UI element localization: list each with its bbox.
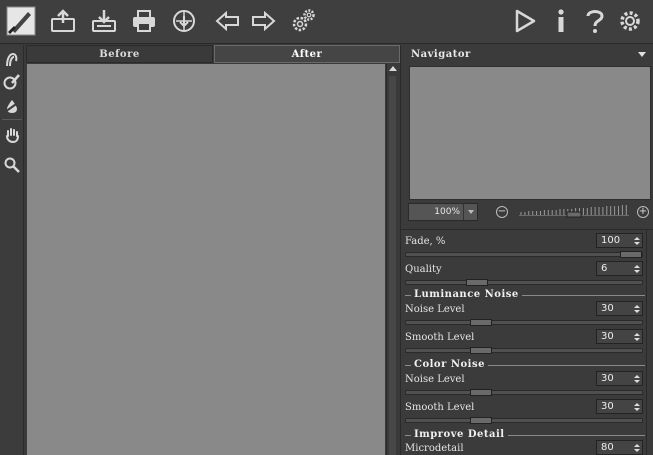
canvas-scrollbar[interactable] — [386, 64, 398, 455]
luminance-noise-group: Luminance Noise — [405, 289, 645, 301]
chevron-down-icon[interactable] — [638, 52, 646, 57]
microdetail-label: Microdetail — [405, 443, 464, 454]
navigator-title: Navigator — [411, 48, 471, 60]
spin-arrows-icon[interactable] — [631, 234, 642, 247]
info-icon[interactable] — [545, 5, 577, 37]
undo-arrow-icon[interactable] — [212, 5, 244, 37]
lum-noise-level-slider-thumb[interactable] — [470, 319, 493, 326]
view-tabs: Before After — [26, 45, 400, 63]
zoom-in-icon[interactable]: + — [637, 206, 649, 218]
color-noise-title: Color Noise — [411, 359, 488, 370]
preferences-icon[interactable] — [614, 5, 646, 37]
lum-noise-level-value: 30 — [601, 303, 614, 314]
color-noise-level-spinbox[interactable]: 30 — [596, 371, 643, 386]
color-noise-group: Color Noise — [405, 359, 645, 371]
spin-arrows-icon[interactable] — [631, 302, 642, 315]
spin-arrows-icon[interactable] — [631, 262, 642, 275]
image-canvas[interactable] — [27, 64, 385, 455]
help-icon[interactable] — [579, 5, 611, 37]
zoom-icon[interactable] — [2, 155, 22, 175]
lum-noise-level-label: Noise Level — [405, 304, 465, 315]
spin-arrows-icon[interactable] — [631, 400, 642, 413]
color-smooth-level-slider-thumb[interactable] — [470, 417, 493, 424]
print-icon[interactable] — [128, 5, 160, 37]
eraser-icon[interactable] — [2, 96, 22, 116]
hand-icon[interactable] — [2, 125, 22, 145]
luminance-noise-title: Luminance Noise — [411, 289, 522, 300]
spin-arrows-icon[interactable] — [631, 372, 642, 385]
scroll-up-arrow-icon[interactable] — [389, 66, 397, 71]
open-icon[interactable] — [47, 5, 79, 37]
app-logo-icon[interactable] — [2, 2, 40, 40]
redo-arrow-icon[interactable] — [247, 5, 279, 37]
color-smooth-level-label: Smooth Level — [405, 402, 475, 413]
zoom-slider-thumb[interactable] — [566, 211, 582, 218]
fade-label: Fade, % — [405, 236, 446, 247]
quality-spinbox[interactable]: 6 — [596, 261, 643, 276]
microdetail-spinbox[interactable]: 80 — [596, 440, 643, 455]
quality-label: Quality — [405, 264, 442, 275]
settings-scrollbar[interactable] — [646, 230, 653, 455]
color-smooth-level-slider[interactable] — [405, 417, 643, 424]
color-smooth-level-spinbox[interactable]: 30 — [596, 399, 643, 414]
spin-arrows-icon[interactable] — [631, 441, 642, 454]
fade-slider-thumb[interactable] — [620, 251, 642, 258]
settings-gears-icon[interactable] — [288, 5, 320, 37]
history-brush-icon[interactable] — [2, 72, 22, 92]
zoom-out-icon[interactable]: − — [496, 206, 508, 218]
quality-slider[interactable] — [405, 279, 643, 286]
lum-noise-level-spinbox[interactable]: 30 — [596, 301, 643, 316]
tool-separator — [2, 119, 22, 120]
color-noise-level-slider-thumb[interactable] — [470, 389, 493, 396]
settings-panel: Fade, % 100 Quality 6 Luminance Noise No… — [401, 229, 653, 455]
fade-value: 100 — [601, 235, 621, 246]
lum-smooth-level-slider-thumb[interactable] — [470, 347, 493, 354]
color-noise-level-label: Noise Level — [405, 374, 465, 385]
color-noise-level-value: 30 — [601, 373, 614, 384]
improve-detail-title: Improve Detail — [411, 429, 508, 440]
scroll-track[interactable] — [389, 76, 396, 455]
zoom-select[interactable]: 100% — [408, 203, 478, 221]
lum-smooth-level-slider[interactable] — [405, 347, 643, 354]
dropdown-arrow-icon[interactable] — [463, 204, 477, 220]
run-icon[interactable] — [509, 5, 541, 37]
lum-noise-level-slider[interactable] — [405, 319, 643, 326]
navigator-header[interactable]: Navigator — [404, 46, 652, 62]
save-icon[interactable] — [88, 5, 120, 37]
tool-strip — [0, 45, 24, 455]
main-toolbar — [0, 0, 653, 44]
right-panel: Navigator 100% − + Fade, % 100 Quality 6 — [400, 45, 653, 455]
tab-after[interactable]: After — [214, 45, 400, 63]
fade-slider[interactable] — [405, 251, 643, 258]
lum-smooth-level-spinbox[interactable]: 30 — [596, 329, 643, 344]
color-smooth-level-value: 30 — [601, 401, 614, 412]
tab-before[interactable]: Before — [26, 45, 213, 63]
navigator-preview[interactable] — [409, 66, 651, 200]
zoom-slider[interactable] — [517, 203, 631, 219]
fade-spinbox[interactable]: 100 — [596, 233, 643, 248]
smudge-icon[interactable] — [2, 50, 22, 70]
quality-slider-thumb[interactable] — [465, 279, 488, 286]
quality-value: 6 — [601, 263, 608, 274]
lum-smooth-level-label: Smooth Level — [405, 332, 475, 343]
zoom-value: 100% — [434, 207, 460, 217]
share-icon[interactable] — [168, 5, 200, 37]
color-noise-level-slider[interactable] — [405, 389, 643, 396]
microdetail-value: 80 — [601, 442, 614, 453]
spin-arrows-icon[interactable] — [631, 330, 642, 343]
lum-smooth-level-value: 30 — [601, 331, 614, 342]
